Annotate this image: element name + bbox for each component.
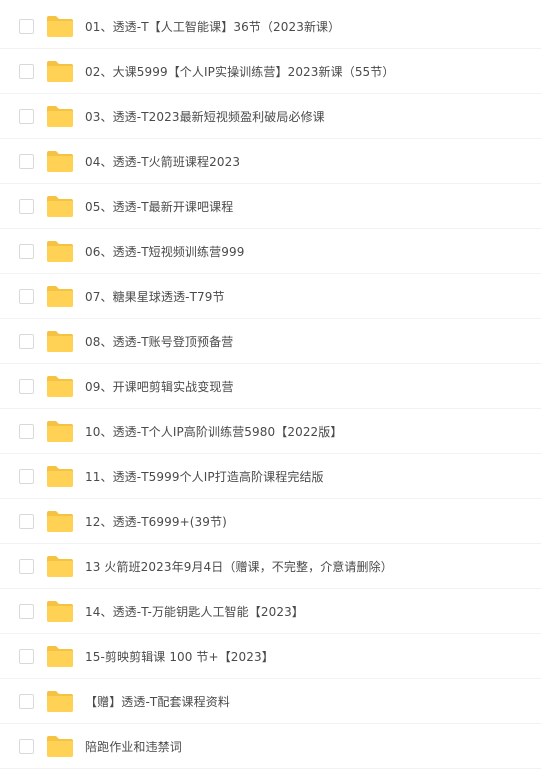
checkbox-icon[interactable]	[19, 288, 34, 304]
folder-icon[interactable]	[46, 510, 74, 533]
file-row[interactable]: 11、透透-T5999个人IP打造高阶课程完结版	[0, 454, 541, 499]
checkbox-icon[interactable]	[19, 468, 34, 484]
folder-icon[interactable]	[46, 60, 74, 83]
folder-icon[interactable]	[46, 150, 74, 173]
checkbox-icon[interactable]	[19, 558, 34, 574]
checkbox-icon[interactable]	[19, 738, 34, 754]
file-list: 01、透透-T【人工智能课】36节（2023新课） 02、大课5999【个人IP实…	[0, 0, 541, 769]
folder-icon[interactable]	[46, 555, 74, 578]
folder-icon[interactable]	[46, 420, 74, 443]
checkbox-icon[interactable]	[19, 198, 34, 214]
file-name[interactable]: 05、透透-T最新开课吧课程	[85, 198, 233, 215]
file-row[interactable]: 13 火箭班2023年9月4日（赠课，不完整，介意请删除）	[0, 544, 541, 589]
file-name[interactable]: 04、透透-T火箭班课程2023	[85, 153, 240, 170]
file-row[interactable]: 01、透透-T【人工智能课】36节（2023新课）	[0, 4, 541, 49]
file-row[interactable]: 06、透透-T短视频训练营999	[0, 229, 541, 274]
file-row[interactable]: 15-剪映剪辑课 100 节+【2023】	[0, 634, 541, 679]
file-name[interactable]: 09、开课吧剪辑实战变现营	[85, 378, 234, 395]
file-name[interactable]: 13 火箭班2023年9月4日（赠课，不完整，介意请删除）	[85, 558, 393, 575]
file-name[interactable]: 10、透透-T个人IP高阶训练营5980【2022版】	[85, 423, 342, 440]
file-name[interactable]: 01、透透-T【人工智能课】36节（2023新课）	[85, 18, 340, 35]
folder-icon[interactable]	[46, 240, 74, 263]
folder-icon[interactable]	[46, 105, 74, 128]
folder-icon[interactable]	[46, 15, 74, 38]
file-row[interactable]: 09、开课吧剪辑实战变现营	[0, 364, 541, 409]
file-name[interactable]: 12、透透-T6999+(39节)	[85, 513, 227, 530]
file-name[interactable]: 陪跑作业和违禁词	[85, 738, 182, 755]
file-name[interactable]: 14、透透-T-万能钥匙人工智能【2023】	[85, 603, 304, 620]
checkbox-icon[interactable]	[19, 603, 34, 619]
checkbox-icon[interactable]	[19, 513, 34, 529]
folder-icon[interactable]	[46, 285, 74, 308]
folder-icon[interactable]	[46, 600, 74, 623]
folder-icon[interactable]	[46, 465, 74, 488]
folder-icon[interactable]	[46, 735, 74, 758]
file-row[interactable]: 14、透透-T-万能钥匙人工智能【2023】	[0, 589, 541, 634]
file-name[interactable]: 03、透透-T2023最新短视频盈利破局必修课	[85, 108, 325, 125]
checkbox-icon[interactable]	[19, 648, 34, 664]
file-row[interactable]: 08、透透-T账号登顶预备营	[0, 319, 541, 364]
folder-icon[interactable]	[46, 195, 74, 218]
file-name[interactable]: 【赠】透透-T配套课程资料	[85, 693, 230, 710]
checkbox-icon[interactable]	[19, 333, 34, 349]
file-row[interactable]: 04、透透-T火箭班课程2023	[0, 139, 541, 184]
file-row[interactable]: 10、透透-T个人IP高阶训练营5980【2022版】	[0, 409, 541, 454]
file-row[interactable]: 陪跑作业和违禁词	[0, 724, 541, 769]
checkbox-icon[interactable]	[19, 378, 34, 394]
checkbox-icon[interactable]	[19, 63, 34, 79]
file-row[interactable]: 05、透透-T最新开课吧课程	[0, 184, 541, 229]
checkbox-icon[interactable]	[19, 243, 34, 259]
file-name[interactable]: 07、糖果星球透透-T79节	[85, 288, 225, 305]
file-name[interactable]: 08、透透-T账号登顶预备营	[85, 333, 233, 350]
folder-icon[interactable]	[46, 690, 74, 713]
checkbox-icon[interactable]	[19, 18, 34, 34]
file-row[interactable]: 07、糖果星球透透-T79节	[0, 274, 541, 319]
file-name[interactable]: 15-剪映剪辑课 100 节+【2023】	[85, 648, 274, 665]
file-row[interactable]: 02、大课5999【个人IP实操训练营】2023新课（55节）	[0, 49, 541, 94]
checkbox-icon[interactable]	[19, 693, 34, 709]
folder-icon[interactable]	[46, 375, 74, 398]
file-name[interactable]: 11、透透-T5999个人IP打造高阶课程完结版	[85, 468, 324, 485]
checkbox-icon[interactable]	[19, 108, 34, 124]
file-name[interactable]: 06、透透-T短视频训练营999	[85, 243, 244, 260]
file-row[interactable]: 12、透透-T6999+(39节)	[0, 499, 541, 544]
folder-icon[interactable]	[46, 645, 74, 668]
checkbox-icon[interactable]	[19, 423, 34, 439]
checkbox-icon[interactable]	[19, 153, 34, 169]
file-row[interactable]: 03、透透-T2023最新短视频盈利破局必修课	[0, 94, 541, 139]
file-name[interactable]: 02、大课5999【个人IP实操训练营】2023新课（55节）	[85, 63, 395, 80]
folder-icon[interactable]	[46, 330, 74, 353]
file-row[interactable]: 【赠】透透-T配套课程资料	[0, 679, 541, 724]
